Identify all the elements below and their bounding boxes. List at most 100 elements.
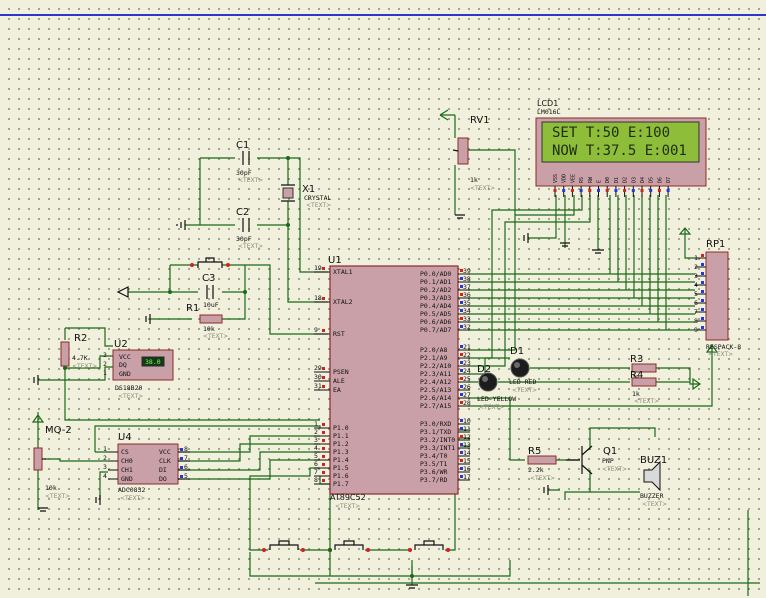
rp1-pin-number: 4 (694, 281, 698, 289)
svg-text:R5: R5 (528, 446, 541, 457)
u1-pin-name: P3.7/RD (420, 476, 447, 484)
r2-resistor: R2 4.7K <TEXT> (60, 333, 97, 370)
u1-pin-number: 29 (314, 364, 322, 372)
svg-text:<TEXT>: <TEXT> (479, 404, 504, 411)
pin-state-dot (562, 189, 566, 192)
u4-pin-name: DI (159, 466, 167, 474)
pin-state-dot (322, 267, 325, 270)
svg-text:<TEXT>: <TEXT> (72, 363, 97, 370)
u1-pin-number: 2 (314, 428, 318, 436)
push-button-1 (262, 540, 305, 552)
pin-state-dot (649, 189, 653, 192)
svg-text:<TEXT>: <TEXT> (238, 177, 263, 184)
u1-pin-name: P1.3 (333, 448, 349, 456)
rp1-pin-number: 5 (694, 290, 698, 298)
u2-display: 38.0 (145, 358, 161, 366)
svg-text:BUZ1: BUZ1 (640, 455, 667, 466)
rp1-pin-number: 8 (694, 317, 698, 325)
u1-pin-number: 39 (463, 267, 471, 275)
u1-ref: U1 (328, 255, 342, 266)
u1-pin-number: 5 (314, 452, 318, 460)
u1-pin-name: P3.6/WR (420, 468, 447, 476)
svg-text:<TEXT>: <TEXT> (238, 243, 263, 250)
pin-state-dot (614, 189, 618, 192)
pin-state-dot (180, 466, 183, 469)
lcd-pin-name: VEE (570, 174, 576, 183)
pin-state-dot (322, 367, 325, 370)
u4-pin-name: VCC (159, 448, 171, 456)
lcd-pin-name: D7 (666, 177, 672, 183)
svg-text:D1: D1 (510, 346, 524, 357)
u4-pin-name: CLK (159, 457, 171, 465)
svg-text:DS18B20: DS18B20 (115, 384, 142, 392)
pin-state-dot (701, 290, 704, 293)
svg-text:<TEXT>: <TEXT> (306, 202, 331, 209)
c3-capacitor: C3 10uF (202, 273, 219, 309)
u1-pin-name: P2.3/A11 (420, 370, 451, 378)
lcd-pin-name: D0 (605, 177, 611, 183)
r5-resistor: R5 2.2k <TEXT> (527, 446, 557, 482)
u4-adc: U4 CS 1 CH0 2 CH1 3 GND 4 VCC 8 CLK 7 DI 6 DO 5 ADC0832… (103, 432, 190, 502)
pin-state-dot (322, 385, 325, 388)
u1-pin-number: 17 (463, 473, 471, 481)
lcd-line-2: NOW T:37.5 E:001 (552, 143, 687, 159)
rp1-pin-number: 2 (694, 263, 698, 271)
pin-state-dot (579, 189, 583, 192)
u1-pin-number: 38 (463, 275, 471, 283)
schematic-diagram: U1 AT89C52 <TEXT> 19 XTAL118 XTAL29 RST29 PS… (31, 99, 760, 596)
u1-pin-number: 7 (314, 468, 318, 476)
lcd-pin-name: RW (588, 176, 594, 183)
pin-state-dot (701, 272, 704, 275)
u4-pin-name: CH1 (121, 466, 133, 474)
svg-text:CRYSTAL: CRYSTAL (304, 194, 331, 202)
pin-state-dot (180, 457, 183, 460)
lcd-pin-name: RS (579, 177, 585, 183)
u1-pin-number: 8 (314, 476, 318, 484)
svg-text:<TEXT>: <TEXT> (512, 387, 537, 394)
u1-pin-number: 33 (463, 315, 471, 323)
svg-text:C3: C3 (202, 273, 215, 284)
pin-state-dot (322, 447, 325, 450)
u2-temperature-sensor: U2 VCC DQ GND 3 2 1 38.0 DS18B20 <TEXT> (103, 339, 174, 400)
u1-pin-name: P0.0/AD0 (420, 270, 451, 278)
pin-state-dot (701, 281, 704, 284)
push-button-2 (328, 540, 370, 552)
u1-microcontroller: U1 AT89C52 <TEXT> 19 XTAL118 XTAL29 RST29 PS… (314, 255, 471, 510)
pin-state-dot (631, 189, 635, 192)
u4-pin-number: 1 (103, 445, 107, 453)
u1-pin-number: 27 (463, 391, 471, 399)
svg-text:U4: U4 (118, 432, 132, 443)
u1-part: AT89C52 (330, 493, 366, 502)
rv1-potentiometer: RV1 1k <TEXT> (452, 115, 495, 192)
svg-text:<TEXT>: <TEXT> (203, 333, 228, 340)
u1-pin-name: P3.3/INT1 (420, 444, 455, 452)
lcd-pin-name: D6 (657, 177, 663, 183)
svg-text:RP1: RP1 (706, 239, 725, 250)
svg-text:PNP: PNP (602, 457, 614, 465)
pin-state-dot (322, 463, 325, 466)
pin-state-dot (597, 189, 600, 192)
u1-pin-name: XTAL1 (333, 268, 353, 276)
svg-text:ADC0832: ADC0832 (118, 486, 145, 494)
u4-pin-number: 4 (103, 472, 107, 480)
svg-text:Q1: Q1 (603, 446, 617, 457)
push-button-3 (408, 540, 450, 552)
u4-pin-name: CS (121, 448, 129, 456)
lcd-pin-name: VDD (562, 174, 568, 183)
u1-pin-name: P0.3/AD3 (420, 294, 451, 302)
u1-pin-number: 15 (463, 457, 471, 465)
u1-pin-name: P2.1/A9 (420, 354, 447, 362)
lcd-pin-name: D5 (649, 177, 655, 183)
u1-pin-name: P2.5/A13 (420, 386, 451, 394)
svg-text:<TEXT>: <TEXT> (45, 493, 70, 500)
u1-pin-name: ALE (333, 377, 345, 385)
pin-state-dot (322, 455, 325, 458)
u4-pin-number: 6 (184, 463, 188, 471)
u1-pin-name: P0.2/AD2 (420, 286, 451, 294)
u1-pin-number: 19 (314, 264, 322, 272)
mq2-sensor: MQ-2 10k <TEXT> (33, 425, 72, 500)
rp1-pin-number: 1 (694, 254, 698, 262)
rp1-resistor-pack: RP1 123456789 RESPACK-8 <TEXT> (694, 239, 741, 358)
svg-text:3: 3 (103, 351, 107, 359)
u4-pin-number: 3 (103, 463, 107, 471)
